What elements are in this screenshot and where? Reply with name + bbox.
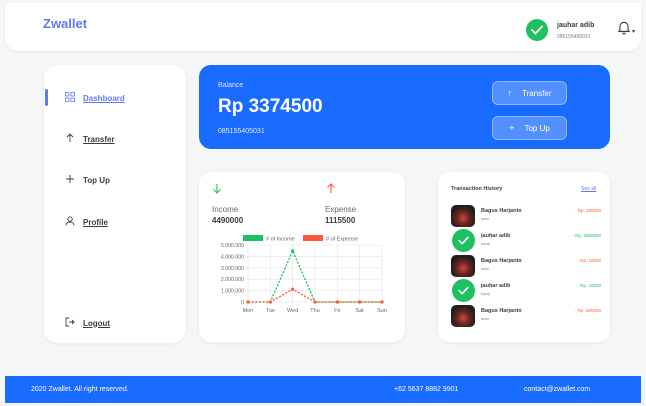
transaction-name: jauhar adib: [481, 283, 511, 289]
sidebar-item-dashboard[interactable]: Dashboard: [65, 92, 125, 104]
y-tick-label: 3.000.000: [221, 266, 244, 272]
balance-phone: 085155405031: [218, 128, 265, 135]
legend-label: # of Expense: [326, 237, 358, 243]
balance-card: Balance Rp 3374500 085155405031 ↑ Transf…: [199, 65, 610, 149]
transaction-type: topup: [481, 292, 490, 296]
sidebar-item-label: Profile: [83, 217, 108, 227]
footer: 2020 Zwallet. All right reserved. +62 56…: [5, 376, 641, 403]
page: Zwallet jauhar adib 085155405031 ▾ Dashb…: [0, 0, 646, 406]
x-tick-label: Tue: [266, 308, 275, 314]
transaction-name: Bagus Harjanto: [481, 208, 522, 214]
active-indicator: [45, 89, 48, 106]
y-tick-label: 1.000.000: [221, 289, 244, 295]
transfer-button-label: Transfer: [522, 88, 552, 98]
data-point: [313, 300, 317, 304]
avatar: [451, 255, 475, 277]
check-icon: [452, 229, 475, 252]
transaction-history-card: Transaction History See all Bagus Harjan…: [438, 172, 610, 342]
transaction-type: topup: [481, 242, 490, 246]
user-phone: 085155405031: [557, 34, 591, 40]
topup-button-label: Top Up: [524, 123, 550, 133]
sidebar-item-label: Dashboard: [83, 93, 125, 103]
data-point: [246, 300, 250, 304]
list-item[interactable]: jauhar adib topup - Rp. 15000: [451, 279, 601, 302]
arrow-up-icon: ↑: [507, 88, 513, 98]
x-tick-label: Sun: [377, 308, 387, 314]
data-point: [268, 300, 272, 304]
avatar: [451, 205, 475, 227]
balance-label: Balance: [218, 82, 244, 89]
y-tick-label: 4.000.000: [221, 254, 244, 260]
check-icon: [531, 25, 543, 35]
list-item[interactable]: jauhar adib topup - Rp. 3350000: [451, 229, 601, 252]
transaction-type: send: [481, 217, 489, 221]
transaction-type: send: [481, 267, 489, 271]
sidebar-item-logout[interactable]: Logout: [65, 317, 110, 329]
transaction-name: Bagus Harjanto: [481, 308, 522, 314]
sidebar-item-profile[interactable]: Profile: [65, 216, 108, 228]
transaction-type: send: [481, 317, 489, 321]
transaction-amount: - Rp. 15500: [577, 258, 601, 263]
income-expense-card: Income 4490000 Expense 1115500 # of Inco…: [199, 172, 405, 342]
y-tick-label: 0: [241, 300, 244, 306]
sidebar-item-transfer[interactable]: Transfer: [65, 133, 115, 145]
x-tick-label: Thu: [310, 308, 319, 314]
chevron-down-icon[interactable]: ▾: [632, 28, 635, 35]
sidebar-item-topup[interactable]: Top Up: [65, 174, 110, 186]
data-point: [291, 249, 295, 253]
sidebar-item-label: Logout: [83, 318, 111, 328]
data-point: [335, 300, 339, 304]
list-item[interactable]: Bagus Harjanto send - Rp. 15500: [451, 255, 601, 277]
arrow-up-icon: [65, 133, 77, 145]
see-all-link[interactable]: See all: [581, 186, 596, 192]
list-item[interactable]: Bagus Harjanto send - Rp. 100000: [451, 205, 601, 227]
legend-swatch: [303, 235, 323, 241]
footer-email[interactable]: contact@zwallet.com: [524, 386, 590, 393]
sidebar: Dashboard Transfer Top Up Profile Logout: [44, 65, 186, 343]
x-tick-label: Wed: [287, 308, 298, 314]
transaction-amount: - Rp. 15000: [577, 283, 601, 288]
avatar: [451, 305, 475, 327]
transaction-amount: - Rp. 3350000: [572, 233, 601, 238]
data-point: [380, 300, 384, 304]
x-tick-label: Fri: [334, 308, 340, 314]
income-expense-chart: # of Income # of Expense 0 1.000.000 2.000.0…: [221, 235, 387, 314]
check-icon: [452, 279, 475, 302]
transaction-history-title: Transaction History: [451, 186, 503, 192]
y-tick-label: 2.000.000: [221, 277, 244, 283]
balance-amount: Rp 3374500: [218, 96, 323, 117]
footer-copyright: 2020 Zwallet. All right reserved.: [31, 386, 129, 393]
plus-icon: [65, 174, 77, 186]
grid-icon: [65, 92, 77, 104]
bell-icon[interactable]: [617, 20, 631, 40]
sidebar-item-label: Transfer: [83, 134, 115, 144]
topup-button[interactable]: + Top Up: [492, 116, 567, 140]
brand-logo[interactable]: Zwallet: [43, 16, 87, 31]
top-header: Zwallet jauhar adib 085155405031 ▾: [5, 3, 641, 51]
user-avatar[interactable]: [526, 19, 548, 41]
list-item[interactable]: Bagus Harjanto send - Rp. 500000: [451, 305, 601, 327]
user-icon: [65, 216, 77, 228]
plus-icon: +: [509, 123, 515, 133]
transfer-button[interactable]: ↑ Transfer: [492, 81, 567, 105]
transaction-amount: - Rp. 500000: [574, 308, 601, 313]
logout-icon: [65, 317, 77, 329]
x-tick-label: Sat: [356, 308, 365, 314]
y-tick-label: 5.000.000: [221, 243, 244, 249]
legend-swatch: [243, 235, 263, 241]
transaction-name: jauhar adib: [481, 233, 511, 239]
transaction-name: Bagus Harjanto: [481, 258, 522, 264]
footer-phone: +62 5637 8882 9901: [394, 386, 459, 393]
sidebar-item-label: Top Up: [83, 175, 110, 185]
legend-label: # of Income: [266, 237, 295, 243]
data-point: [358, 300, 362, 304]
transaction-amount: - Rp. 100000: [574, 208, 601, 213]
data-point: [291, 287, 295, 291]
x-tick-label: Mon: [243, 308, 254, 314]
user-name: jauhar adib: [557, 22, 595, 29]
